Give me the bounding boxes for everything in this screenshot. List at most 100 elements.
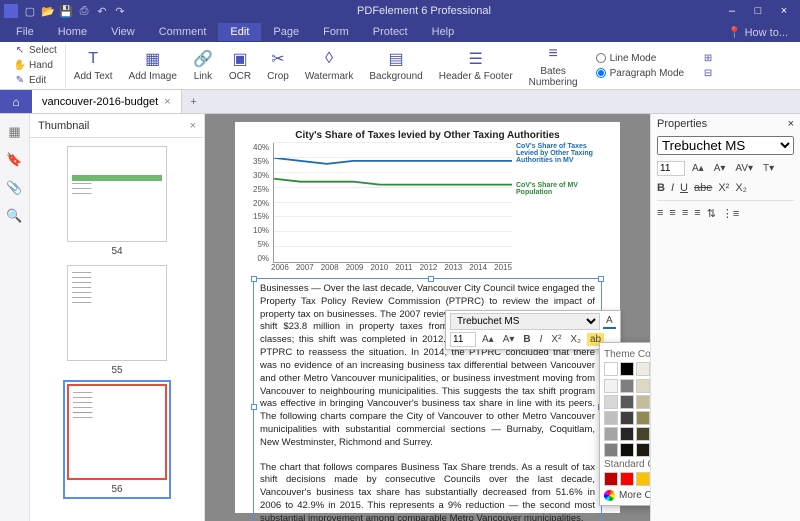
color-swatch[interactable] bbox=[620, 443, 634, 457]
color-swatch[interactable] bbox=[636, 379, 650, 393]
color-swatch[interactable] bbox=[636, 411, 650, 425]
header-footer-button[interactable]: ☰Header & Footer bbox=[431, 44, 521, 88]
close-button[interactable]: × bbox=[772, 3, 796, 19]
qat-save-icon[interactable]: 💾 bbox=[58, 3, 74, 19]
color-swatch[interactable] bbox=[620, 362, 634, 376]
floating-bold-button[interactable]: B bbox=[520, 333, 533, 346]
qat-redo-icon[interactable]: ↷ bbox=[112, 3, 128, 19]
menu-edit[interactable]: Edit bbox=[218, 23, 261, 41]
menu-page[interactable]: Page bbox=[261, 23, 311, 41]
thumbnails-icon[interactable]: ▦ bbox=[8, 124, 20, 140]
color-swatch[interactable] bbox=[604, 427, 618, 441]
color-swatch[interactable] bbox=[604, 443, 618, 457]
document-viewport[interactable]: City's Share of Taxes levied by Other Ta… bbox=[205, 114, 650, 521]
hand-tool[interactable]: ✋Hand bbox=[12, 59, 59, 73]
thumbnail-55[interactable]: ━━━━━━━━━━━━━━━━━━━━━━━━━━━━━━━━━━━━━━━━… bbox=[67, 265, 167, 376]
color-swatch[interactable] bbox=[636, 395, 650, 409]
menu-file[interactable]: File bbox=[4, 23, 46, 41]
add-text-button[interactable]: TAdd Text bbox=[66, 44, 121, 88]
bates-button[interactable]: ≡Bates Numbering bbox=[521, 44, 586, 88]
search-icon[interactable]: 🔍 bbox=[6, 208, 22, 224]
floating-font-color-icon[interactable]: A bbox=[603, 314, 616, 329]
align-objects-icon[interactable]: ⊞ bbox=[700, 51, 716, 65]
select-tool[interactable]: ↖Select bbox=[12, 44, 59, 58]
color-swatch[interactable] bbox=[636, 427, 650, 441]
background-button[interactable]: ▤Background bbox=[361, 44, 430, 88]
menu-form[interactable]: Form bbox=[311, 23, 361, 41]
color-swatch[interactable] bbox=[604, 362, 618, 376]
menu-comment[interactable]: Comment bbox=[147, 23, 219, 41]
bullet-list-icon[interactable]: ⋮≡ bbox=[722, 207, 739, 220]
floating-font-select[interactable]: Trebuchet MS bbox=[450, 313, 600, 330]
minimize-button[interactable]: – bbox=[720, 3, 744, 19]
color-swatch[interactable] bbox=[636, 443, 650, 457]
link-button[interactable]: 🔗Link bbox=[185, 44, 221, 88]
paragraph-mode-radio[interactable]: Paragraph Mode bbox=[596, 68, 685, 79]
color-swatch[interactable] bbox=[620, 472, 634, 486]
color-swatch[interactable] bbox=[620, 395, 634, 409]
watermark-button[interactable]: ◊Watermark bbox=[297, 44, 362, 88]
color-swatch[interactable] bbox=[620, 379, 634, 393]
align-left-icon[interactable]: ≡ bbox=[657, 207, 663, 220]
floating-decrease-size-icon[interactable]: A▾ bbox=[500, 333, 518, 346]
ocr-button[interactable]: ▣OCR bbox=[221, 44, 259, 88]
close-properties-icon[interactable]: × bbox=[788, 118, 794, 130]
prop-strikethrough-button[interactable]: abe bbox=[694, 182, 712, 194]
home-tab-icon[interactable]: ⌂ bbox=[0, 90, 32, 113]
prop-underline-button[interactable]: U bbox=[680, 182, 688, 194]
align-justify-icon[interactable]: ≡ bbox=[694, 207, 700, 220]
bookmarks-icon[interactable]: 🔖 bbox=[6, 152, 22, 168]
menu-view[interactable]: View bbox=[99, 23, 147, 41]
distribute-icon[interactable]: ⊟ bbox=[700, 66, 716, 80]
prop-bold-button[interactable]: B bbox=[657, 182, 665, 194]
menu-protect[interactable]: Protect bbox=[361, 23, 420, 41]
prop-subscript-button[interactable]: X₂ bbox=[735, 182, 747, 194]
prop-text-direction-icon[interactable]: T▾ bbox=[760, 162, 777, 175]
menu-help[interactable]: Help bbox=[420, 23, 467, 41]
floating-subscript-button[interactable]: X₂ bbox=[567, 333, 584, 346]
color-swatch[interactable] bbox=[604, 411, 618, 425]
more-colors-button[interactable]: More Colors bbox=[604, 490, 650, 501]
color-swatch[interactable] bbox=[636, 472, 650, 486]
edit-tool[interactable]: ✎Edit bbox=[12, 74, 59, 88]
floating-superscript-button[interactable]: X² bbox=[548, 333, 564, 346]
color-swatch[interactable] bbox=[604, 379, 618, 393]
qat-open-icon[interactable]: 📂 bbox=[40, 3, 56, 19]
prop-increase-size-icon[interactable]: A▴ bbox=[689, 162, 707, 175]
floating-font-size[interactable] bbox=[450, 332, 476, 347]
qat-undo-icon[interactable]: ↶ bbox=[94, 3, 110, 19]
close-thumbnails-icon[interactable]: × bbox=[190, 120, 196, 132]
body-paragraph-2[interactable]: The chart that follows compares Business… bbox=[260, 462, 595, 521]
color-swatch[interactable] bbox=[636, 362, 650, 376]
qat-new-icon[interactable]: ▢ bbox=[22, 3, 38, 19]
floating-increase-size-icon[interactable]: A▴ bbox=[479, 333, 497, 346]
document-tab[interactable]: vancouver-2016-budget × bbox=[32, 90, 182, 113]
close-tab-icon[interactable]: × bbox=[164, 96, 170, 108]
prop-char-spacing-icon[interactable]: AV▾ bbox=[732, 162, 756, 175]
properties-font-select[interactable]: Trebuchet MS bbox=[657, 136, 794, 155]
how-to-link[interactable]: 📍 How to... bbox=[728, 26, 800, 39]
maximize-button[interactable]: □ bbox=[746, 3, 770, 19]
body-paragraph-1[interactable]: Businesses — Over the last decade, Vanco… bbox=[260, 283, 595, 450]
properties-font-size[interactable] bbox=[657, 161, 685, 176]
color-swatch[interactable] bbox=[620, 411, 634, 425]
attachments-icon[interactable]: 📎 bbox=[6, 180, 22, 196]
add-image-button[interactable]: ▦Add Image bbox=[121, 44, 185, 88]
prop-superscript-button[interactable]: X² bbox=[718, 182, 729, 194]
crop-button[interactable]: ✂Crop bbox=[259, 44, 297, 88]
new-tab-button[interactable]: + bbox=[182, 90, 206, 113]
thumbnail-56[interactable]: ━━━━━━━━━━━━━━━━━━━━━━━━━━━━━━━━━━━━━━━━… bbox=[67, 384, 167, 495]
align-center-icon[interactable]: ≡ bbox=[669, 207, 675, 220]
color-swatch[interactable] bbox=[620, 427, 634, 441]
prop-italic-button[interactable]: I bbox=[671, 182, 674, 194]
floating-italic-button[interactable]: I bbox=[537, 333, 546, 346]
line-spacing-icon[interactable]: ⇅ bbox=[707, 207, 716, 220]
color-swatch[interactable] bbox=[604, 472, 618, 486]
thumbnail-54[interactable]: ━━━━━━━━━━━━━━━━━━━━━━━━ 54 bbox=[67, 146, 167, 257]
color-swatch[interactable] bbox=[604, 395, 618, 409]
align-right-icon[interactable]: ≡ bbox=[682, 207, 688, 220]
menu-home[interactable]: Home bbox=[46, 23, 99, 41]
line-mode-radio[interactable]: Line Mode bbox=[596, 53, 685, 64]
prop-decrease-size-icon[interactable]: A▾ bbox=[711, 162, 729, 175]
qat-print-icon[interactable]: ⎙ bbox=[76, 3, 92, 19]
